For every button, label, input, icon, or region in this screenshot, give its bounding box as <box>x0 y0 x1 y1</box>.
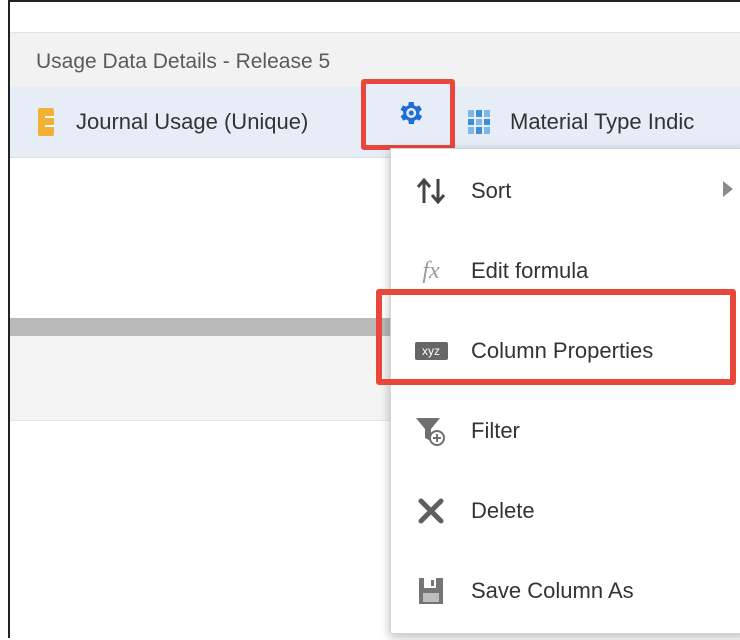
top-strip <box>10 2 740 33</box>
fx-icon: fx <box>422 257 440 284</box>
column-options-gear-button[interactable] <box>361 79 455 150</box>
menu-item-delete[interactable]: Delete <box>391 471 740 551</box>
column-context-menu: Sort fx Edit formula xyz Column Properti… <box>390 148 740 634</box>
submenu-arrow-icon <box>723 181 733 197</box>
sort-arrows-icon <box>413 173 449 209</box>
menu-item-filter[interactable]: Filter <box>391 391 740 471</box>
xyz-icon: xyz <box>413 333 449 369</box>
menu-item-label: Save Column As <box>471 578 634 603</box>
report-title: Usage Data Details - Release 5 <box>36 50 331 73</box>
column-header-label: Journal Usage (Unique) <box>76 109 309 134</box>
filter-icon <box>413 413 449 449</box>
gear-icon <box>400 102 423 124</box>
menu-item-label: Column Properties <box>471 338 654 363</box>
grid-icon <box>468 110 490 134</box>
menu-item-label: Delete <box>471 498 535 523</box>
menu-item-sort[interactable]: Sort <box>391 151 740 231</box>
menu-item-save-column-as[interactable]: Save Column As <box>391 551 740 631</box>
column-header-label: Material Type Indic <box>510 109 695 134</box>
column-header-material-type[interactable]: Material Type Indic <box>468 87 694 157</box>
menu-item-label: Filter <box>471 418 520 443</box>
report-frame: Usage Data Details - Release 5 Journal U… <box>8 0 740 640</box>
column-header-journal-usage[interactable]: Journal Usage (Unique) <box>38 87 308 157</box>
menu-item-edit-formula[interactable]: fx Edit formula <box>391 231 740 311</box>
ruler-icon <box>38 108 54 136</box>
menu-item-label: Edit formula <box>471 258 589 283</box>
save-icon <box>413 573 449 609</box>
delete-x-icon <box>413 493 449 529</box>
menu-item-column-properties[interactable]: xyz Column Properties <box>391 311 740 391</box>
menu-item-label: Sort <box>471 178 512 203</box>
